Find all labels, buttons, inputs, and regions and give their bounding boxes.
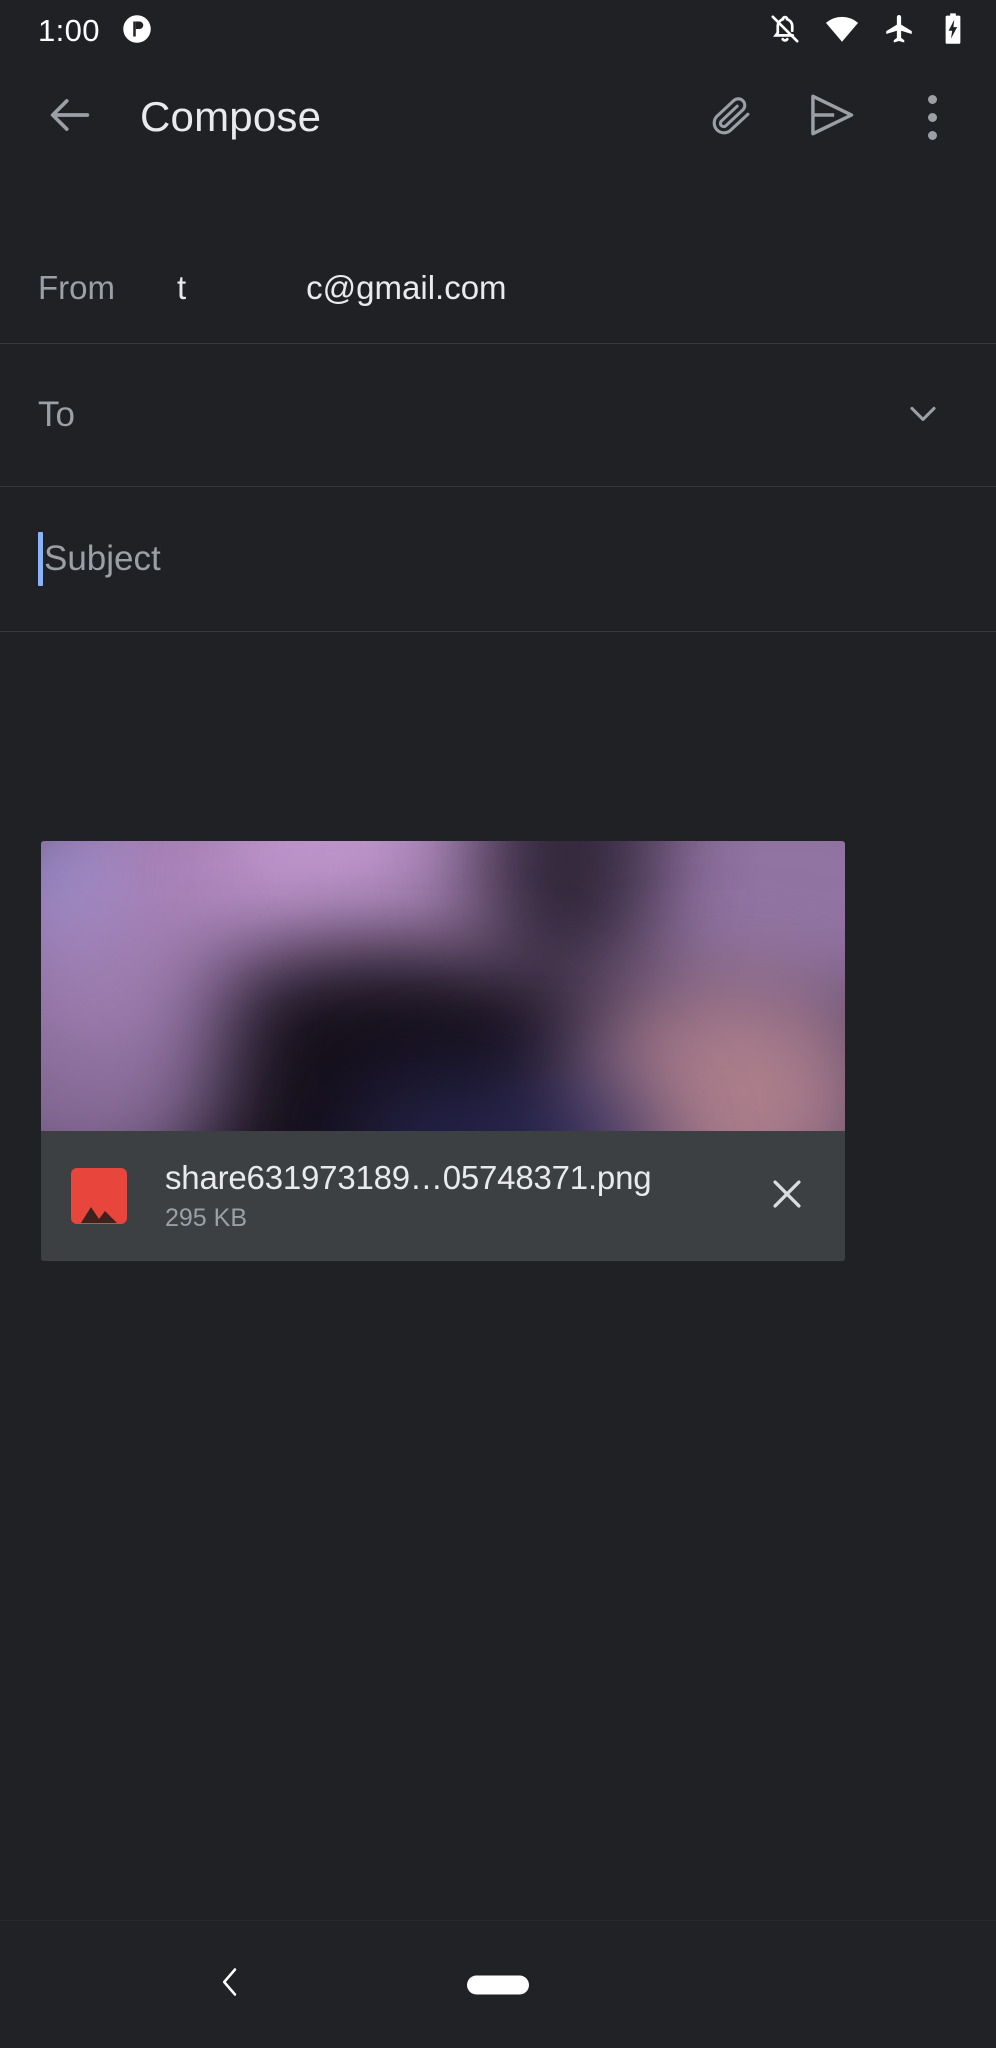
attachment-filesize: 295 KB (165, 1204, 248, 1232)
attachment-thumbnail[interactable] (41, 841, 845, 1131)
status-bar-left: 1:00 (38, 13, 152, 49)
text-cursor (38, 532, 43, 586)
image-file-icon (71, 1168, 127, 1224)
send-button[interactable] (786, 71, 878, 163)
from-address-suffix: c@gmail.com (306, 268, 507, 306)
nav-home-pill-icon[interactable] (467, 1975, 529, 1994)
notifications-off-icon (768, 12, 802, 51)
attachment-info: share631973189…05748371.png 295 KB (41, 1131, 845, 1261)
nav-back-chevron-icon (210, 1962, 250, 2007)
subject-placeholder: Subject (44, 539, 161, 578)
overflow-menu-button[interactable] (886, 71, 978, 163)
system-nav-bar (0, 1920, 996, 2048)
from-address: t c@gmail.com (177, 269, 507, 307)
send-icon (806, 89, 858, 146)
app-bar: Compose (0, 62, 996, 172)
attach-button[interactable] (686, 71, 778, 163)
to-input[interactable]: To (38, 395, 888, 435)
to-row[interactable]: To (0, 344, 996, 487)
nav-back-button[interactable] (190, 1945, 270, 2025)
attachment-details: share631973189…05748371.png 295 KB (165, 1159, 751, 1233)
airplane-mode-icon (882, 12, 916, 51)
attachment-card[interactable]: share631973189…05748371.png 295 KB (41, 841, 845, 1261)
app-bar-actions (686, 71, 978, 163)
wifi-icon (824, 11, 860, 52)
chevron-down-icon (901, 391, 945, 440)
from-address-prefix: t (177, 268, 187, 306)
back-arrow-icon (44, 89, 96, 146)
gmail-compose-screen: 1:00 Compose From t c@gmail.com To Subje… (0, 0, 996, 2048)
message-body-area[interactable]: share631973189…05748371.png 295 KB (0, 632, 996, 1920)
from-label: From (38, 268, 115, 306)
more-vert-icon (927, 94, 937, 140)
from-row[interactable]: From t c@gmail.com (0, 232, 996, 344)
status-bar-right (768, 11, 968, 52)
notification-dot-icon (122, 14, 152, 49)
back-button[interactable] (24, 71, 116, 163)
status-bar: 1:00 (0, 0, 996, 62)
to-placeholder: To (38, 395, 75, 434)
expand-recipients-button[interactable] (888, 380, 958, 450)
status-clock: 1:00 (38, 13, 100, 48)
paperclip-icon (709, 92, 755, 143)
page-title: Compose (140, 93, 322, 140)
battery-charging-icon (938, 12, 968, 51)
attachment-filename: share631973189…05748371.png (165, 1159, 652, 1196)
remove-attachment-button[interactable] (751, 1160, 823, 1232)
close-icon (765, 1172, 809, 1221)
subject-row[interactable]: Subject (0, 487, 996, 632)
subject-input[interactable]: Subject (38, 532, 161, 586)
